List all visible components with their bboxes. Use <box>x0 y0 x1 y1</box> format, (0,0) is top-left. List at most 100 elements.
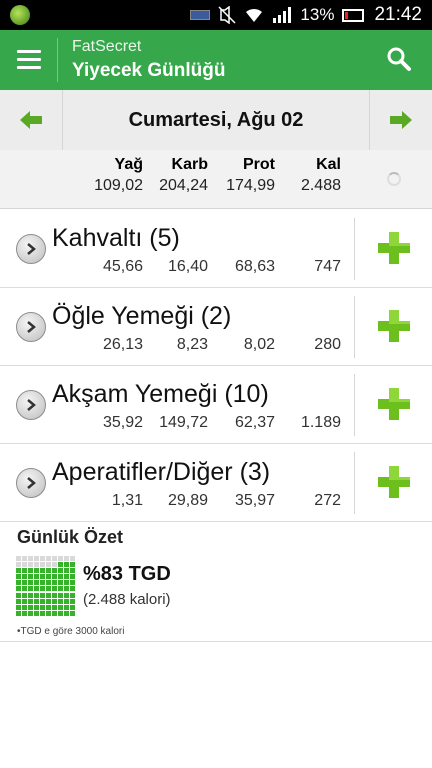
rdi-grid-cell <box>22 574 27 580</box>
rdi-grid-cell <box>34 586 39 592</box>
rdi-grid-cell <box>28 610 33 616</box>
signal-icon <box>272 7 292 23</box>
rdi-grid-cell <box>70 562 75 568</box>
rdi-grid-cell <box>34 598 39 604</box>
plus-icon <box>378 310 410 342</box>
rdi-grid-cell <box>16 586 21 592</box>
rdi-grid-cell <box>70 586 75 592</box>
chevron-right-icon[interactable] <box>16 234 46 264</box>
rdi-percent: %83 TGD <box>83 563 171 585</box>
rdi-grid-cell <box>28 580 33 586</box>
rdi-grid-cell <box>64 580 69 586</box>
rdi-grid-cell <box>22 586 27 592</box>
rdi-grid-cell <box>40 592 45 598</box>
rdi-grid-cell <box>70 592 75 598</box>
rdi-grid-cell <box>70 610 75 616</box>
rdi-grid-cell <box>22 610 27 616</box>
meal-carb: 16,40 <box>167 258 208 275</box>
status-bar: 13% 21:42 <box>0 0 432 30</box>
rdi-grid-cell <box>46 598 51 604</box>
meal-row-lunch[interactable]: Öğle Yemeği (2) 26,13 8,23 8,02 280 <box>0 288 432 366</box>
rdi-grid-cell <box>22 598 27 604</box>
meal-row-breakfast[interactable]: Kahvaltı (5) 45,66 16,40 68,63 747 <box>0 210 432 288</box>
meal-divider <box>354 296 355 358</box>
add-food-button[interactable] <box>378 310 410 342</box>
add-food-button[interactable] <box>378 232 410 264</box>
rdi-grid-cell <box>28 556 33 561</box>
next-day-button[interactable] <box>369 90 432 150</box>
rdi-grid-cell <box>64 568 69 574</box>
rdi-grid-cell <box>64 574 69 580</box>
rdi-grid-cell <box>40 556 45 561</box>
rdi-grid-cell <box>52 610 57 616</box>
rdi-grid-cell <box>64 586 69 592</box>
carb-header: Karb <box>171 156 208 173</box>
add-food-button[interactable] <box>378 466 410 498</box>
meal-divider <box>354 452 355 514</box>
rdi-grid-cell <box>70 580 75 586</box>
rdi-grid-cell <box>64 598 69 604</box>
add-food-button[interactable] <box>378 388 410 420</box>
rdi-grid-cell <box>34 568 39 574</box>
rdi-grid-cell <box>28 574 33 580</box>
rdi-grid-cell <box>22 580 27 586</box>
rdi-grid-cell <box>64 610 69 616</box>
search-icon[interactable] <box>386 46 412 72</box>
rdi-grid-cell <box>46 610 51 616</box>
carb-total: 204,24 <box>159 177 208 194</box>
rdi-grid-cell <box>46 556 51 561</box>
previous-day-button[interactable] <box>0 90 63 150</box>
chevron-right-icon[interactable] <box>16 390 46 420</box>
rdi-grid-cell <box>58 598 63 604</box>
rdi-grid-cell <box>52 568 57 574</box>
meal-carb: 29,89 <box>167 492 208 509</box>
rdi-grid-cell <box>22 562 27 568</box>
rdi-grid-cell <box>34 562 39 568</box>
battery-percent: 13% <box>300 5 335 24</box>
rdi-grid-cell <box>52 592 57 598</box>
meal-row-snacks[interactable]: Aperatifler/Diğer (3) 1,31 29,89 35,97 2… <box>0 444 432 522</box>
menu-icon[interactable] <box>17 50 41 70</box>
rdi-grid-cell <box>34 592 39 598</box>
rdi-grid-cell <box>28 562 33 568</box>
rdi-grid-cell <box>52 598 57 604</box>
meal-fat: 45,66 <box>102 258 143 275</box>
rdi-grid-cell <box>34 574 39 580</box>
meal-fat: 26,13 <box>102 336 143 353</box>
rdi-grid-cell <box>16 580 21 586</box>
rdi-grid-cell <box>64 592 69 598</box>
rdi-grid-cell <box>46 568 51 574</box>
rdi-grid-cell <box>70 604 75 610</box>
wifi-icon <box>244 7 264 23</box>
rdi-grid-cell <box>64 556 69 561</box>
kcal-total: 2.488 <box>300 177 341 194</box>
current-date[interactable]: Cumartesi, Ağu 02 <box>62 90 370 150</box>
meal-row-dinner[interactable]: Akşam Yemeği (10) 35,92 149,72 62,37 1.1… <box>0 366 432 444</box>
rdi-grid-cell <box>52 604 57 610</box>
fat-header: Yağ <box>114 156 143 173</box>
clock: 21:42 <box>374 4 422 25</box>
chevron-right-icon[interactable] <box>16 468 46 498</box>
rdi-grid-cell <box>16 598 21 604</box>
app-name: FatSecret <box>72 38 142 55</box>
rdi-grid-cell <box>58 610 63 616</box>
rdi-grid-cell <box>28 598 33 604</box>
page-title: Yiyecek Günlüğü <box>72 60 226 81</box>
rdi-grid-cell <box>64 604 69 610</box>
meal-prot: 35,97 <box>234 492 275 509</box>
meal-carb: 8,23 <box>176 336 208 353</box>
meal-kcal: 747 <box>314 258 341 275</box>
chevron-right-icon[interactable] <box>16 312 46 342</box>
rdi-grid-cell <box>28 586 33 592</box>
rdi-grid-cell <box>40 574 45 580</box>
rdi-grid-cell <box>58 556 63 561</box>
rdi-grid-cell <box>46 574 51 580</box>
rdi-grid-cell <box>70 556 75 561</box>
app-bar: FatSecret Yiyecek Günlüğü <box>0 30 432 90</box>
battery-icon <box>342 8 365 22</box>
rdi-grid-cell <box>58 604 63 610</box>
rdi-grid-cell <box>40 568 45 574</box>
rdi-grid-cell <box>34 610 39 616</box>
rdi-grid-cell <box>58 592 63 598</box>
rdi-grid-cell <box>52 574 57 580</box>
